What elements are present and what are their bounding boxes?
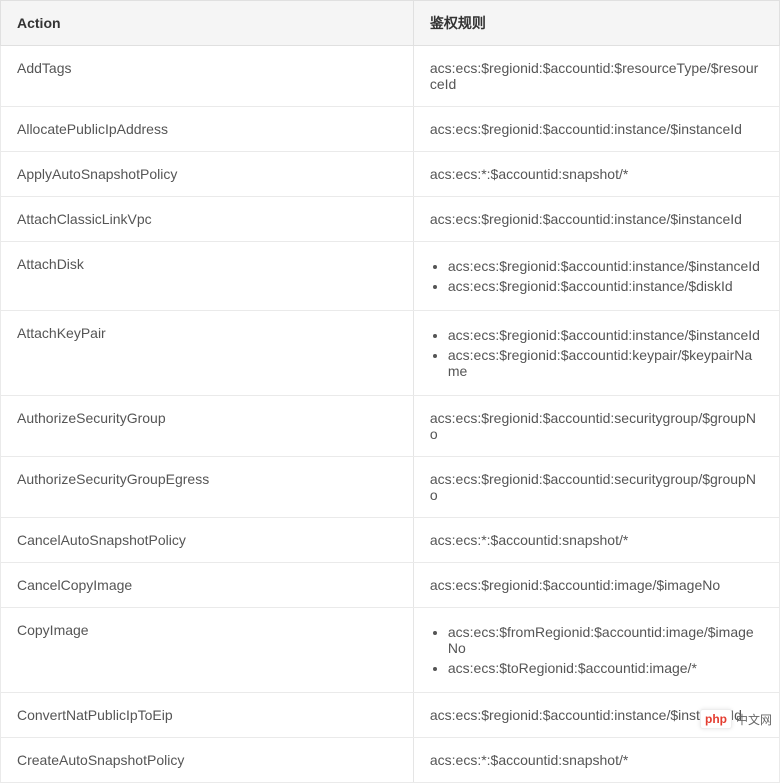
table-row: CopyImage acs:ecs:$fromRegionid:$accounti…: [1, 608, 780, 693]
table-row: CancelCopyImageacs:ecs:$regionid:$accoun…: [1, 563, 780, 608]
action-cell: AllocatePublicIpAddress: [1, 107, 414, 152]
table-row: ApplyAutoSnapshotPolicyacs:ecs:*:$accoun…: [1, 152, 780, 197]
table-row: AttachDisk acs:ecs:$regionid:$accountid:i…: [1, 242, 780, 311]
rule-cell: acs:ecs:$regionid:$accountid:instance/$i…: [413, 242, 779, 311]
table-row: ConvertNatPublicIpToEipacs:ecs:$regionid…: [1, 693, 780, 738]
watermark: php 中文网: [700, 709, 772, 729]
table-row: AddTagsacs:ecs:$regionid:$accountid:$res…: [1, 46, 780, 107]
rule-list-item: acs:ecs:$regionid:$accountid:instance/$i…: [448, 256, 763, 276]
rule-cell: acs:ecs:*:$accountid:snapshot/*: [413, 738, 779, 783]
table-row: AttachClassicLinkVpcacs:ecs:$regionid:$a…: [1, 197, 780, 242]
rule-list: acs:ecs:$fromRegionid:$accountid:image/$…: [430, 622, 763, 678]
action-cell: ConvertNatPublicIpToEip: [1, 693, 414, 738]
rule-list-item: acs:ecs:$regionid:$accountid:instance/$d…: [448, 276, 763, 296]
table-row: CreateAutoSnapshotPolicyacs:ecs:*:$accou…: [1, 738, 780, 783]
action-cell: CancelCopyImage: [1, 563, 414, 608]
rule-list-item: acs:ecs:$regionid:$accountid:keypair/$ke…: [448, 345, 763, 381]
action-cell: CreateAutoSnapshotPolicy: [1, 738, 414, 783]
action-cell: AuthorizeSecurityGroup: [1, 396, 414, 457]
action-cell: ApplyAutoSnapshotPolicy: [1, 152, 414, 197]
rule-cell: acs:ecs:$fromRegionid:$accountid:image/$…: [413, 608, 779, 693]
authorization-rules-table: Action 鉴权规则 AddTagsacs:ecs:$regionid:$ac…: [0, 0, 780, 783]
rule-list: acs:ecs:$regionid:$accountid:instance/$i…: [430, 325, 763, 381]
header-action: Action: [1, 1, 414, 46]
rule-list-item: acs:ecs:$regionid:$accountid:instance/$i…: [448, 325, 763, 345]
table-row: AuthorizeSecurityGroupEgressacs:ecs:$reg…: [1, 457, 780, 518]
watermark-logo: php: [700, 709, 732, 729]
table-row: AuthorizeSecurityGroupacs:ecs:$regionid:…: [1, 396, 780, 457]
table-row: AllocatePublicIpAddressacs:ecs:$regionid…: [1, 107, 780, 152]
rule-cell: acs:ecs:*:$accountid:snapshot/*: [413, 518, 779, 563]
action-cell: AddTags: [1, 46, 414, 107]
rule-list-item: acs:ecs:$toRegionid:$accountid:image/*: [448, 658, 763, 678]
table-row: CancelAutoSnapshotPolicyacs:ecs:*:$accou…: [1, 518, 780, 563]
action-cell: AttachDisk: [1, 242, 414, 311]
rule-cell: acs:ecs:$regionid:$accountid:instance/$i…: [413, 107, 779, 152]
rule-cell: acs:ecs:$regionid:$accountid:instance/$i…: [413, 311, 779, 396]
table-header-row: Action 鉴权规则: [1, 1, 780, 46]
header-rule: 鉴权规则: [413, 1, 779, 46]
action-cell: AttachClassicLinkVpc: [1, 197, 414, 242]
rule-list: acs:ecs:$regionid:$accountid:instance/$i…: [430, 256, 763, 296]
rule-cell: acs:ecs:$regionid:$accountid:securitygro…: [413, 396, 779, 457]
rule-cell: acs:ecs:$regionid:$accountid:instance/$i…: [413, 197, 779, 242]
action-cell: AttachKeyPair: [1, 311, 414, 396]
rule-list-item: acs:ecs:$fromRegionid:$accountid:image/$…: [448, 622, 763, 658]
action-cell: AuthorizeSecurityGroupEgress: [1, 457, 414, 518]
rule-cell: acs:ecs:*:$accountid:snapshot/*: [413, 152, 779, 197]
rule-cell: acs:ecs:$regionid:$accountid:image/$imag…: [413, 563, 779, 608]
table-row: AttachKeyPair acs:ecs:$regionid:$accounti…: [1, 311, 780, 396]
rule-cell: acs:ecs:$regionid:$accountid:$resourceTy…: [413, 46, 779, 107]
watermark-text: 中文网: [736, 711, 772, 728]
action-cell: CopyImage: [1, 608, 414, 693]
rule-cell: acs:ecs:$regionid:$accountid:securitygro…: [413, 457, 779, 518]
action-cell: CancelAutoSnapshotPolicy: [1, 518, 414, 563]
